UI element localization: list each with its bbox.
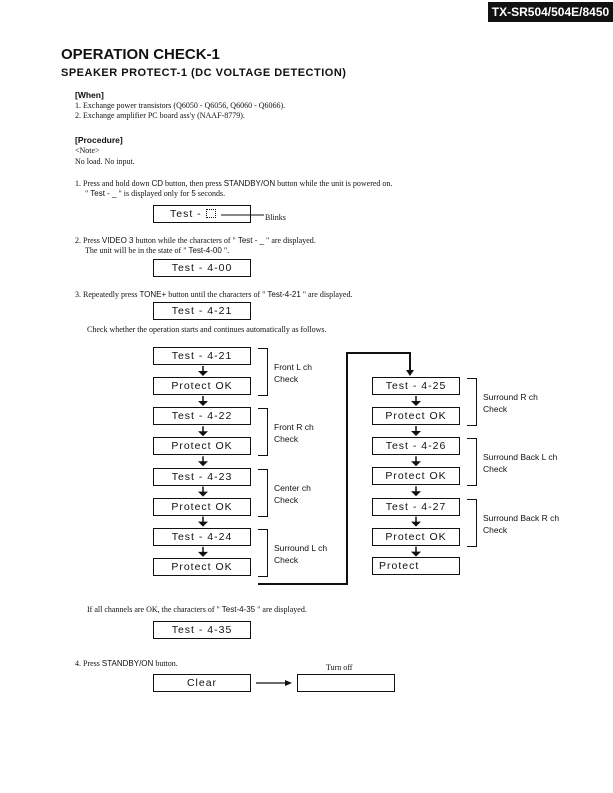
arrow-head xyxy=(411,551,421,557)
arrow-head xyxy=(198,491,208,497)
display-test-4-35: Test - 4-35 xyxy=(153,621,251,639)
arrow-head xyxy=(285,680,292,686)
step4-line: 4. Press STANDBY/ON button. xyxy=(75,659,178,668)
arrow-head xyxy=(198,461,208,467)
connector-line xyxy=(258,352,411,585)
arrow-head xyxy=(411,461,421,467)
arrow-head xyxy=(198,371,208,376)
arrow-head xyxy=(198,401,208,406)
arrow-head xyxy=(198,521,208,527)
all-ok-text: If all channels are OK, the characters o… xyxy=(87,605,307,614)
arrow-head xyxy=(411,491,421,497)
display-blank xyxy=(297,674,395,692)
arrow-head xyxy=(411,521,421,527)
arrow-head xyxy=(411,431,421,436)
arrow-head xyxy=(198,431,208,437)
arrow-head xyxy=(198,551,208,557)
turn-off-label: Turn off xyxy=(326,663,353,672)
document-page: TX-SR504/504E/8450 OPERATION CHECK-1 SPE… xyxy=(0,0,613,793)
arrow-head xyxy=(411,401,421,406)
arrow-head xyxy=(406,370,414,376)
display-clear: Clear xyxy=(153,674,251,692)
